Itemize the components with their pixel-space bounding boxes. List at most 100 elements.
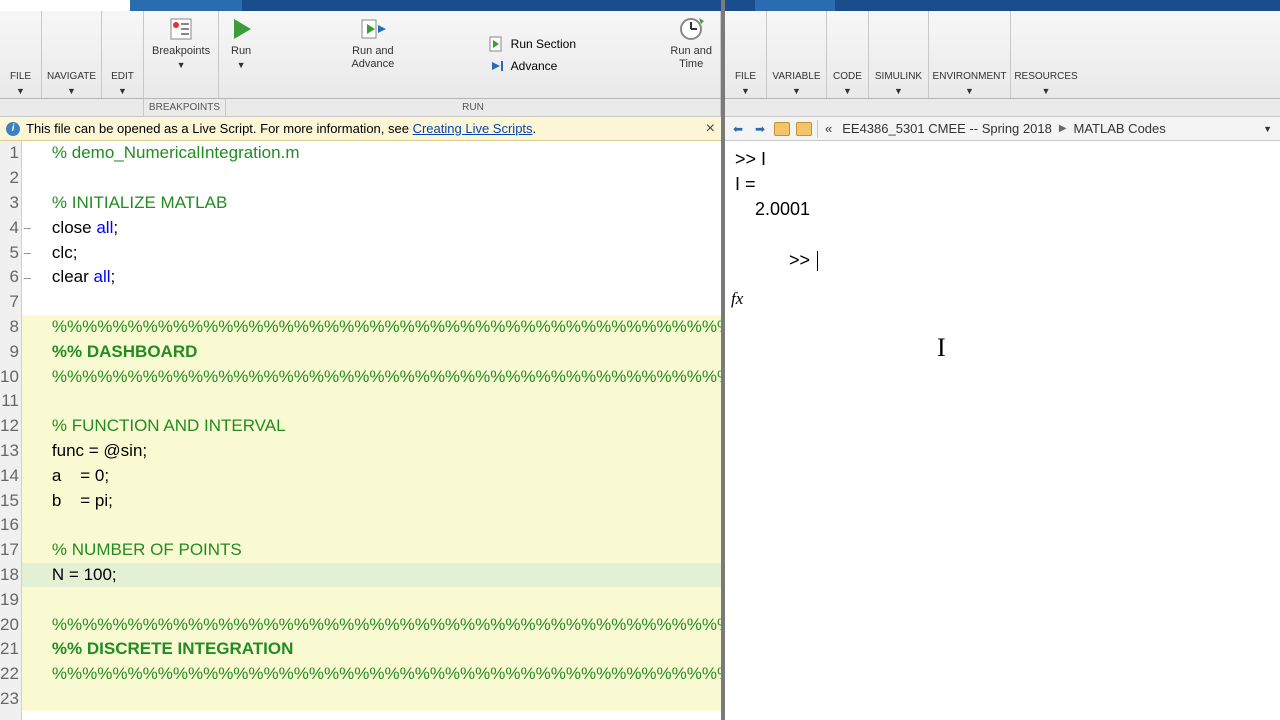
code-area[interactable]: % demo_NumericalIntegration.m % INITIALIZ… — [22, 141, 721, 720]
toolstrip-file-r[interactable]: FILE ▼ — [725, 11, 767, 98]
navigate-label: NAVIGATE — [47, 71, 96, 82]
code-line[interactable]: clc; — [22, 240, 721, 265]
up-folder-button[interactable] — [773, 120, 791, 138]
code-line[interactable]: %%%%%%%%%%%%%%%%%%%%%%%%%%%%%%%%%%%%%%%%… — [22, 364, 721, 389]
breadcrumb-prefix[interactable]: « — [822, 121, 835, 136]
line-number[interactable]: 6 — [0, 265, 21, 290]
line-number[interactable]: 9 — [0, 339, 21, 364]
run-and-advance-button[interactable]: Run and Advance — [343, 11, 402, 98]
toolstrip-file[interactable]: FILE ▼ — [0, 11, 42, 98]
breakpoints-button[interactable]: Breakpoints ▼ — [144, 11, 218, 98]
section-breakpoints-label: BREAKPOINTS — [144, 99, 226, 116]
command-window[interactable]: >> I I = 2.0001 >> fx I — [725, 141, 1280, 720]
run-section-icon — [489, 35, 507, 53]
line-number[interactable]: 20 — [0, 612, 21, 637]
line-number[interactable]: 14 — [0, 463, 21, 488]
back-button[interactable]: ⬅ — [729, 120, 747, 138]
line-number[interactable]: 21 — [0, 637, 21, 662]
code-line[interactable]: % NUMBER OF POINTS — [22, 538, 721, 563]
code-line[interactable]: %%%%%%%%%%%%%%%%%%%%%%%%%%%%%%%%%%%%%%%%… — [22, 315, 721, 340]
line-number[interactable]: 12 — [0, 414, 21, 439]
code-line[interactable]: N = 100; — [22, 563, 721, 588]
fx-icon[interactable]: fx — [731, 289, 743, 309]
info-text: This file can be opened as a Live Script… — [26, 121, 536, 136]
run-button[interactable]: Run ▼ — [219, 11, 263, 98]
chevron-down-icon: ▼ — [792, 86, 801, 96]
close-icon[interactable]: × — [706, 120, 715, 138]
line-number[interactable]: 4 — [0, 215, 21, 240]
breakpoints-icon — [167, 15, 195, 43]
line-number[interactable]: 18 — [0, 563, 21, 588]
line-number[interactable]: 1 — [0, 141, 21, 166]
chevron-down-icon: ▼ — [965, 86, 974, 96]
breadcrumb-item[interactable]: EE4386_5301 CMEE -- Spring 2018 — [839, 121, 1055, 136]
cmd-line: >> I — [735, 147, 1270, 172]
code-line[interactable] — [22, 687, 721, 712]
code-line[interactable]: %% DASHBOARD — [22, 339, 721, 364]
line-number[interactable]: 16 — [0, 513, 21, 538]
line-number[interactable]: 13 — [0, 439, 21, 464]
tab-view[interactable] — [242, 0, 354, 11]
current-folder-address-bar: ⬅ ➡ « EE4386_5301 CMEE -- Spring 2018 ▶ … — [725, 117, 1280, 141]
line-number[interactable]: 17 — [0, 538, 21, 563]
creating-live-scripts-link[interactable]: Creating Live Scripts — [413, 121, 533, 136]
line-number[interactable]: 19 — [0, 587, 21, 612]
edit-label: EDIT — [111, 71, 134, 82]
code-line[interactable]: % demo_NumericalIntegration.m — [22, 141, 721, 166]
code-line[interactable] — [22, 513, 721, 538]
line-number[interactable]: 10 — [0, 364, 21, 389]
toolstrip-edit[interactable]: EDIT ▼ — [102, 11, 144, 98]
cmd-line: 2.0001 — [735, 197, 1270, 222]
code-line[interactable] — [22, 587, 721, 612]
code-line[interactable]: %%%%%%%%%%%%%%%%%%%%%%%%%%%%%%%%%%%%%%%%… — [22, 662, 721, 687]
chevron-down-icon[interactable]: ▼ — [1263, 124, 1276, 134]
code-line[interactable]: %%%%%%%%%%%%%%%%%%%%%%%%%%%%%%%%%%%%%%%%… — [22, 612, 721, 637]
tab-apps[interactable] — [795, 0, 835, 11]
advance-button[interactable]: Advance — [489, 57, 576, 75]
toolstrip-code[interactable]: CODE ▼ — [827, 11, 869, 98]
code-line[interactable]: b = pi; — [22, 488, 721, 513]
code-line[interactable]: a = 0; — [22, 463, 721, 488]
cmd-prompt-line[interactable]: >> — [735, 223, 1270, 299]
text-cursor — [817, 251, 818, 271]
run-section-button[interactable]: Run Section — [489, 35, 576, 53]
run-and-time-button[interactable]: Run and Time — [662, 11, 720, 98]
info-icon: i — [6, 122, 20, 136]
line-number[interactable]: 2 — [0, 166, 21, 191]
line-number[interactable]: 7 — [0, 290, 21, 315]
toolstrip-simulink[interactable]: SIMULINK ▼ — [869, 11, 929, 98]
tab-plots[interactable] — [755, 0, 795, 11]
code-line[interactable]: %% DISCRETE INTEGRATION — [22, 637, 721, 662]
forward-button[interactable]: ➡ — [751, 120, 769, 138]
code-line[interactable]: % INITIALIZE MATLAB — [22, 191, 721, 216]
line-gutter: 1234567891011121314151617181920212223 — [0, 141, 22, 720]
line-number[interactable]: 15 — [0, 488, 21, 513]
editor-window: FILE ▼ NAVIGATE ▼ EDIT ▼ Breakpoints ▼ — [0, 0, 725, 720]
tab-publish[interactable] — [130, 0, 242, 11]
line-number[interactable]: 23 — [0, 687, 21, 712]
toolstrip-variable[interactable]: VARIABLE ▼ — [767, 11, 827, 98]
toolstrip-resources[interactable]: RESOURCES ▼ — [1011, 11, 1081, 98]
line-number[interactable]: 22 — [0, 662, 21, 687]
code-editor[interactable]: 1234567891011121314151617181920212223 % … — [0, 141, 721, 720]
ibeam-cursor-icon: I — [937, 333, 946, 363]
line-number[interactable]: 3 — [0, 191, 21, 216]
browse-button[interactable] — [795, 120, 813, 138]
play-advance-icon — [359, 15, 387, 43]
code-line[interactable] — [22, 389, 721, 414]
line-number[interactable]: 11 — [0, 389, 21, 414]
code-line[interactable] — [22, 290, 721, 315]
code-line[interactable]: close all; — [22, 215, 721, 240]
breadcrumb-item[interactable]: MATLAB Codes — [1071, 121, 1169, 136]
live-script-info-bar: i This file can be opened as a Live Scri… — [0, 117, 721, 141]
code-line[interactable] — [22, 166, 721, 191]
line-number[interactable]: 5 — [0, 240, 21, 265]
toolstrip-navigate[interactable]: NAVIGATE ▼ — [42, 11, 102, 98]
folder-icon — [774, 122, 790, 136]
code-line[interactable]: clear all; — [22, 265, 721, 290]
code-line[interactable]: func = @sin; — [22, 439, 721, 464]
code-line[interactable]: % FUNCTION AND INTERVAL — [22, 414, 721, 439]
tab-editor[interactable] — [0, 0, 130, 11]
toolstrip-environment[interactable]: ENVIRONMENT ▼ — [929, 11, 1011, 98]
line-number[interactable]: 8 — [0, 315, 21, 340]
